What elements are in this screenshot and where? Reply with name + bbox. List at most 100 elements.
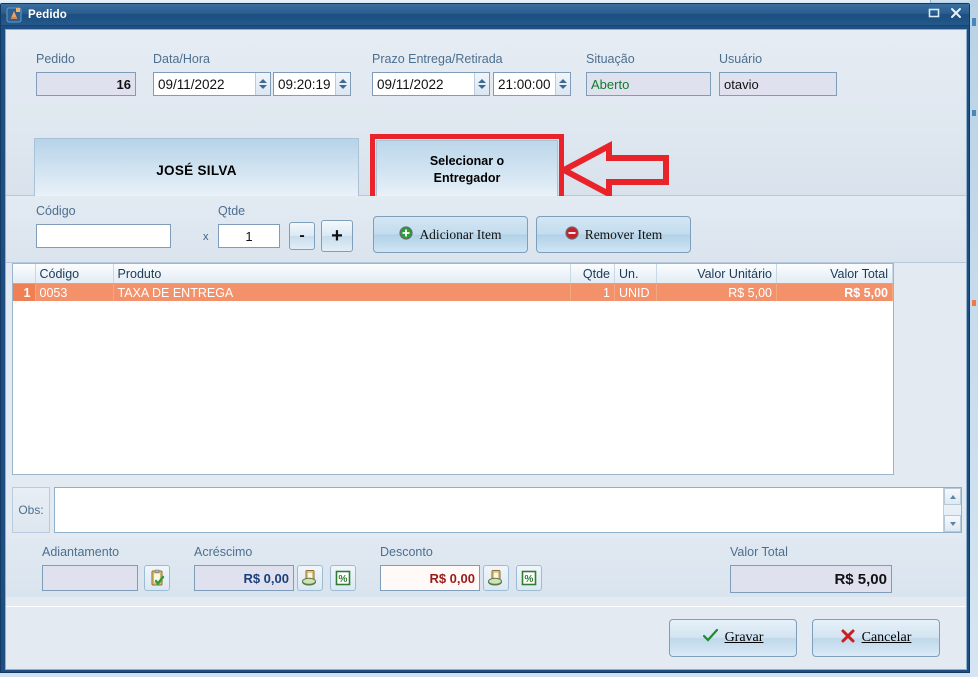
- add-item-button[interactable]: Adicionar Item: [373, 216, 528, 253]
- select-courier-button[interactable]: Selecionar o Entregador: [376, 140, 558, 200]
- adiantamento-field: [42, 565, 138, 591]
- money-clipboard-icon[interactable]: [483, 565, 509, 591]
- cancel-button[interactable]: Cancelar: [812, 619, 940, 657]
- label-desconto: Desconto: [380, 545, 433, 559]
- data-field[interactable]: 09/11/2022: [153, 72, 271, 96]
- label-situacao: Situação: [586, 52, 635, 66]
- label-valor-total: Valor Total: [730, 545, 788, 559]
- remove-item-label: Remover Item: [584, 226, 663, 242]
- close-icon[interactable]: [949, 6, 963, 20]
- remove-item-button[interactable]: Remover Item: [536, 216, 691, 253]
- obs-scrollbar[interactable]: [943, 488, 961, 532]
- label-pedido: Pedido: [36, 52, 75, 66]
- check-icon: [702, 628, 718, 647]
- items-grid[interactable]: Código Produto Qtde Un. Valor Unitário V…: [12, 263, 894, 475]
- qtde-input[interactable]: 1: [218, 224, 280, 248]
- col-valor-total[interactable]: Valor Total: [776, 264, 893, 284]
- label-qtde: Qtde: [218, 204, 246, 218]
- obs-label: Obs:: [12, 487, 50, 533]
- footer-bar: Gravar Cancelar: [6, 606, 966, 669]
- multiply-symbol: x: [203, 231, 209, 243]
- background-right-accent-1: [972, 18, 976, 26]
- customer-name-label: JOSÉ SILVA: [156, 162, 237, 178]
- table-row[interactable]: 1 0053 TAXA DE ENTREGA 1 UNID R$ 5,00 R$…: [13, 283, 893, 301]
- pedido-number-field: 16: [36, 72, 136, 96]
- save-label: Gravar: [724, 630, 764, 645]
- window-title: Pedido: [28, 8, 67, 21]
- cell-produto: TAXA DE ENTREGA: [113, 283, 571, 301]
- col-valor-unitario[interactable]: Valor Unitário: [656, 264, 777, 284]
- hora-spinner[interactable]: [335, 73, 350, 95]
- cell-un: UNID: [614, 283, 657, 301]
- acrescimo-field[interactable]: R$ 0,00: [194, 565, 294, 591]
- background-right-strip: [970, 0, 978, 677]
- obs-field[interactable]: [54, 487, 962, 533]
- minus-circle-icon: [565, 225, 579, 244]
- plus-circle-icon: [399, 225, 414, 244]
- label-adiantamento: Adiantamento: [42, 545, 120, 559]
- obs-section: Obs:: [6, 487, 966, 539]
- percent-icon[interactable]: %: [330, 565, 356, 591]
- window-titlebar[interactable]: Pedido: [1, 4, 969, 26]
- prazo-data-field[interactable]: 09/11/2022: [372, 72, 490, 96]
- desconto-field[interactable]: R$ 0,00: [380, 565, 480, 591]
- background-right-accent-2: [972, 110, 976, 116]
- codigo-input[interactable]: [36, 224, 171, 248]
- cell-valor-total: R$ 5,00: [776, 283, 893, 301]
- col-qtde[interactable]: Qtde: [570, 264, 615, 284]
- cell-index: 1: [13, 283, 36, 301]
- prazo-data-value: 09/11/2022: [377, 76, 444, 92]
- cell-valor-unitario: R$ 5,00: [656, 283, 777, 301]
- totals-section: Adiantamento Acréscimo R$ 0,00 % Descont…: [6, 539, 966, 601]
- x-icon: [841, 629, 855, 648]
- prazo-data-spinner[interactable]: [474, 73, 489, 95]
- background-right-accent-3: [972, 300, 976, 306]
- col-codigo[interactable]: Código: [35, 264, 114, 284]
- clipboard-check-icon[interactable]: [144, 565, 170, 591]
- col-un[interactable]: Un.: [614, 264, 657, 284]
- label-acrescimo: Acréscimo: [194, 545, 253, 559]
- select-courier-line1: Selecionar o: [429, 154, 505, 169]
- items-table: Código Produto Qtde Un. Valor Unitário V…: [13, 264, 893, 301]
- window-client-area: Pedido 16 Data/Hora 09/11/2022 09:20:19 …: [5, 29, 967, 670]
- valor-total-field: R$ 5,00: [730, 565, 892, 593]
- add-item-label: Adicionar Item: [419, 226, 502, 242]
- prazo-hora-field[interactable]: 21:00:00: [493, 72, 571, 96]
- hora-value: 09:20:19: [278, 76, 331, 92]
- percent-icon[interactable]: %: [516, 565, 542, 591]
- obs-textarea[interactable]: [55, 488, 943, 532]
- col-produto[interactable]: Produto: [113, 264, 571, 284]
- table-header-row: Código Produto Qtde Un. Valor Unitário V…: [13, 264, 893, 284]
- data-spinner[interactable]: [255, 73, 270, 95]
- cell-qtde: 1: [570, 283, 615, 301]
- col-index[interactable]: [13, 264, 36, 284]
- svg-text:%: %: [525, 574, 534, 585]
- items-grid-area: Código Produto Qtde Un. Valor Unitário V…: [6, 263, 966, 487]
- maximize-icon[interactable]: [927, 6, 941, 20]
- qtde-decrement-button[interactable]: -: [289, 222, 315, 250]
- qtde-increment-button[interactable]: +: [321, 220, 353, 252]
- select-courier-line2: Entregador: [433, 171, 501, 185]
- cancel-label: Cancelar: [861, 630, 912, 645]
- prazo-hora-spinner[interactable]: [555, 73, 570, 95]
- cell-codigo: 0053: [35, 283, 114, 301]
- pointer-arrow-left-icon: [557, 138, 672, 202]
- label-usuario: Usuário: [719, 52, 763, 66]
- prazo-hora-value: 21:00:00: [498, 76, 551, 92]
- situacao-field: Aberto: [586, 72, 711, 96]
- customer-name-button[interactable]: JOSÉ SILVA: [34, 138, 359, 202]
- app-icon: [6, 7, 22, 23]
- svg-text:%: %: [339, 574, 348, 585]
- label-prazo-entrega: Prazo Entrega/Retirada: [372, 52, 503, 66]
- pedido-window: Pedido Pedido 16 Data/Hora 09/11/2022 09…: [0, 3, 970, 673]
- data-value: 09/11/2022: [158, 76, 225, 92]
- label-codigo: Código: [36, 204, 76, 218]
- money-clipboard-icon[interactable]: [297, 565, 323, 591]
- usuario-field: otavio: [719, 72, 837, 96]
- scroll-down-icon[interactable]: [944, 515, 961, 532]
- order-header-panel: Pedido 16 Data/Hora 09/11/2022 09:20:19 …: [6, 30, 966, 206]
- label-data-hora: Data/Hora: [153, 52, 210, 66]
- scroll-up-icon[interactable]: [944, 488, 961, 505]
- save-button[interactable]: Gravar: [669, 619, 797, 657]
- hora-field[interactable]: 09:20:19: [273, 72, 351, 96]
